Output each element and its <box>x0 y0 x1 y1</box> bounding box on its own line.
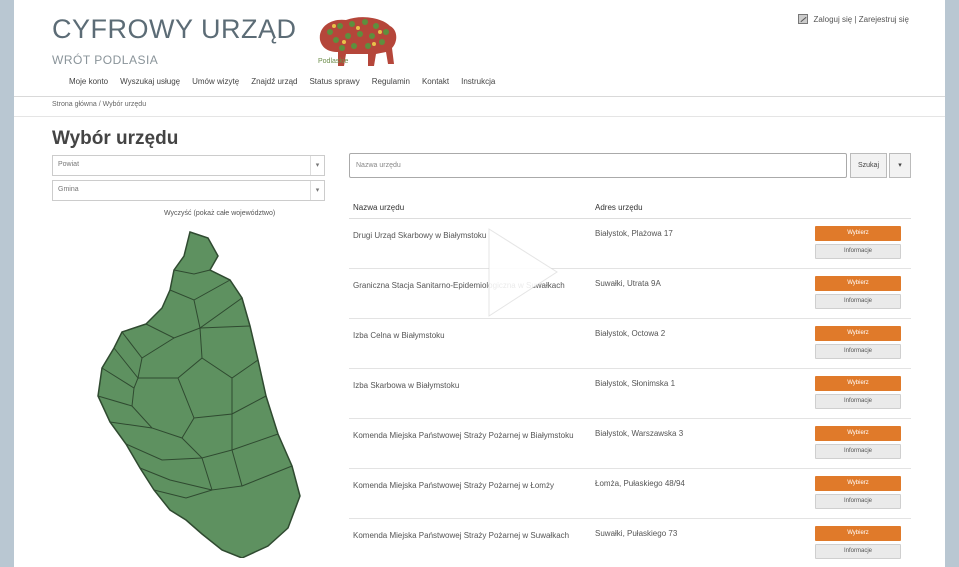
search-button[interactable]: Szukaj <box>850 153 887 178</box>
nav-status-sprawy[interactable]: Status sprawy <box>309 77 359 86</box>
chevron-down-icon: ▾ <box>310 181 324 200</box>
office-address: Białystok, Plażowa 17 <box>595 229 673 238</box>
table-row: Komenda Miejska Państwowej Straży Pożarn… <box>349 419 911 469</box>
table-row: Graniczna Stacja Sanitarno-Epidemiologic… <box>349 269 911 319</box>
select-office-button[interactable]: Wybierz <box>815 276 901 291</box>
search-placeholder: Nazwa urzędu <box>356 162 401 169</box>
breadcrumb-divider <box>14 116 945 117</box>
nav-moje-konto[interactable]: Moje konto <box>69 77 108 86</box>
auth-links: Zaloguj się | Zarejestruj się <box>797 14 909 24</box>
select-office-button[interactable]: Wybierz <box>815 226 901 241</box>
office-name: Izba Celna w Białymstoku <box>353 331 445 340</box>
chevron-down-icon: ▾ <box>310 156 324 175</box>
table-row: Izba Celna w Białymstoku Białystok, Octo… <box>349 319 911 369</box>
search-options-button[interactable]: ▾ <box>889 153 911 178</box>
auth-link-text[interactable]: Zaloguj się | Zarejestruj się <box>814 15 909 24</box>
office-address: Białystok, Warszawska 3 <box>595 429 684 438</box>
office-address: Białystok, Słonimska 1 <box>595 379 676 388</box>
powiat-select-value: Powiat <box>58 161 80 168</box>
powiat-select[interactable]: Powiat ▾ <box>52 155 325 176</box>
site-title[interactable]: CYFROWY URZĄD <box>52 14 297 45</box>
nav-wyszukaj-usluge[interactable]: Wyszukaj usługę <box>120 77 180 86</box>
gmina-select-value: Gmina <box>58 186 79 193</box>
select-office-button[interactable]: Wybierz <box>815 526 901 541</box>
table-row: Komenda Miejska Państwowej Straży Pożarn… <box>349 519 911 567</box>
login-icon <box>797 14 808 24</box>
office-info-button[interactable]: Informacje <box>815 344 901 359</box>
office-address: Białystok, Octowa 2 <box>595 329 666 338</box>
breadcrumb[interactable]: Strona główna / Wybór urzędu <box>52 101 146 108</box>
table-row: Izba Skarbowa w Białymstoku Białystok, S… <box>349 369 911 419</box>
nav-kontakt[interactable]: Kontakt <box>422 77 449 86</box>
office-info-button[interactable]: Informacje <box>815 294 901 309</box>
gmina-select[interactable]: Gmina ▾ <box>52 180 325 201</box>
office-info-button[interactable]: Informacje <box>815 544 901 559</box>
select-office-button[interactable]: Wybierz <box>815 476 901 491</box>
office-address: Suwałki, Utrata 9A <box>595 279 661 288</box>
select-office-button[interactable]: Wybierz <box>815 376 901 391</box>
browser-frame: CYFROWY URZĄD WRÓT PODLASIA Podlaskie Za… <box>14 0 945 567</box>
office-name: Izba Skarbowa w Białymstoku <box>353 381 460 390</box>
logo-caption: Podlaskie <box>318 58 349 65</box>
office-name: Komenda Miejska Państwowej Straży Pożarn… <box>353 481 554 490</box>
office-info-button[interactable]: Informacje <box>815 394 901 409</box>
office-info-button[interactable]: Informacje <box>815 244 901 259</box>
clear-filter-link[interactable]: Wyczyść (pokaż całe województwo) <box>164 210 275 217</box>
nav-umow-wizyte[interactable]: Umów wizytę <box>192 77 239 86</box>
page-title: Wybór urzędu <box>52 128 179 149</box>
site-subtitle: WRÓT PODLASIA <box>52 53 159 67</box>
play-icon[interactable] <box>459 215 574 330</box>
nav-regulamin[interactable]: Regulamin <box>372 77 410 86</box>
select-office-button[interactable]: Wybierz <box>815 426 901 441</box>
table-row: Komenda Miejska Państwowej Straży Pożarn… <box>349 469 911 519</box>
main-nav: Moje konto Wyszukaj usługę Umów wizytę Z… <box>69 77 495 86</box>
region-map[interactable] <box>82 228 302 558</box>
search-input[interactable]: Nazwa urzędu <box>349 153 847 178</box>
select-office-button[interactable]: Wybierz <box>815 326 901 341</box>
table-row: Drugi Urząd Skarbowy w Białymstoku Biały… <box>349 219 911 269</box>
office-name: Komenda Miejska Państwowej Straży Pożarn… <box>353 431 574 440</box>
nav-instrukcja[interactable]: Instrukcja <box>461 77 495 86</box>
office-info-button[interactable]: Informacje <box>815 494 901 509</box>
office-name: Komenda Miejska Państwowej Straży Pożarn… <box>353 531 570 540</box>
nav-znajdz-urzad[interactable]: Znajdź urząd <box>251 77 297 86</box>
site-header: CYFROWY URZĄD WRÓT PODLASIA Podlaskie Za… <box>14 0 945 92</box>
col-header-address: Adres urzędu <box>595 203 643 212</box>
col-header-name: Nazwa urzędu <box>353 203 405 212</box>
header-divider <box>14 96 945 97</box>
office-address: Łomża, Pułaskiego 48/94 <box>595 479 685 488</box>
office-info-button[interactable]: Informacje <box>815 444 901 459</box>
office-address: Suwałki, Pułaskiego 73 <box>595 529 678 538</box>
